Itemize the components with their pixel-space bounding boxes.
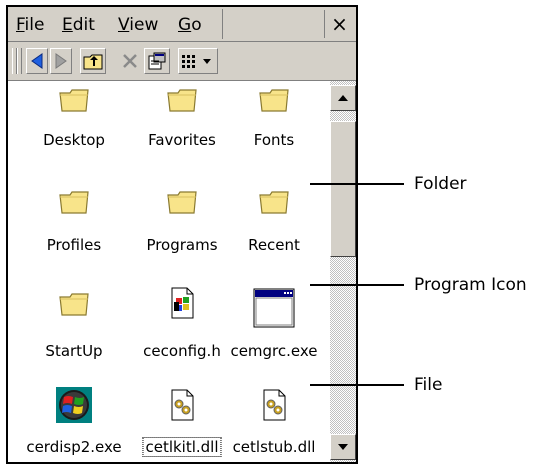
file-label: Fonts <box>253 131 295 149</box>
folder-icon <box>59 89 89 112</box>
toolbar <box>8 42 356 81</box>
file-label: Recent <box>248 236 300 254</box>
folder-icon <box>167 191 197 214</box>
scroll-up-arrow-icon <box>338 95 348 101</box>
folder-icon <box>59 293 89 316</box>
file-label: cerdisp2.exe <box>26 438 122 456</box>
file-list: Desktop Favorites Fonts Profiles Program… <box>8 81 330 462</box>
menu-go[interactable]: Go <box>178 15 202 35</box>
view-list-icon <box>182 55 211 68</box>
menu-divider <box>222 9 223 39</box>
back-arrow-icon <box>31 53 43 69</box>
callout-line-file <box>310 384 404 386</box>
up-folder-button[interactable] <box>80 48 106 74</box>
properties-icon <box>148 52 166 70</box>
file-label: StartUp <box>45 342 103 360</box>
file-label: cetlstub.dll <box>232 438 316 456</box>
folder-icon <box>167 89 197 112</box>
back-button[interactable] <box>26 48 48 74</box>
menu-view[interactable]: View <box>118 15 158 35</box>
menu-file[interactable]: File <box>16 15 44 35</box>
toolbar-grip-2 <box>17 48 22 74</box>
up-folder-icon <box>83 54 103 70</box>
folder-icon <box>259 89 289 112</box>
properties-button[interactable] <box>144 48 170 74</box>
menu-edit[interactable]: Edit <box>62 15 95 35</box>
callout-line-program-icon <box>310 284 404 286</box>
callout-label-folder: Folder <box>414 174 467 194</box>
forward-arrow-icon <box>55 53 67 69</box>
menu-bar: File Edit View Go × <box>8 7 356 42</box>
callout-label-program-icon: Program Icon <box>414 275 527 295</box>
file-label-selected: cetlkitl.dll <box>142 437 222 457</box>
forward-button[interactable] <box>50 48 72 74</box>
close-icon: × <box>331 12 348 36</box>
file-label: Desktop <box>43 131 105 149</box>
callout-label-file: File <box>414 375 443 395</box>
delete-x-icon <box>123 54 137 68</box>
vertical-scrollbar[interactable] <box>330 81 356 462</box>
windows-logo-icon <box>56 387 92 423</box>
program-window-icon <box>253 288 295 328</box>
scroll-up-button[interactable] <box>330 85 356 111</box>
scroll-down-arrow-icon <box>338 444 348 450</box>
dll-file-icon <box>171 389 194 421</box>
header-file-icon <box>171 287 194 319</box>
scroll-down-button[interactable] <box>330 434 356 460</box>
dll-file-icon <box>263 389 286 421</box>
folder-icon <box>259 191 289 214</box>
delete-button[interactable] <box>118 48 142 74</box>
file-label: cemgrc.exe <box>230 342 318 360</box>
callout-line-folder <box>310 183 404 185</box>
folder-icon <box>59 191 89 214</box>
explorer-window: File Edit View Go × Desktop Favorites Fo… <box>6 5 358 464</box>
close-button[interactable]: × <box>324 10 354 38</box>
view-mode-dropdown[interactable] <box>178 48 218 74</box>
scrollbar-thumb[interactable] <box>330 121 356 257</box>
file-label: Profiles <box>46 236 102 254</box>
